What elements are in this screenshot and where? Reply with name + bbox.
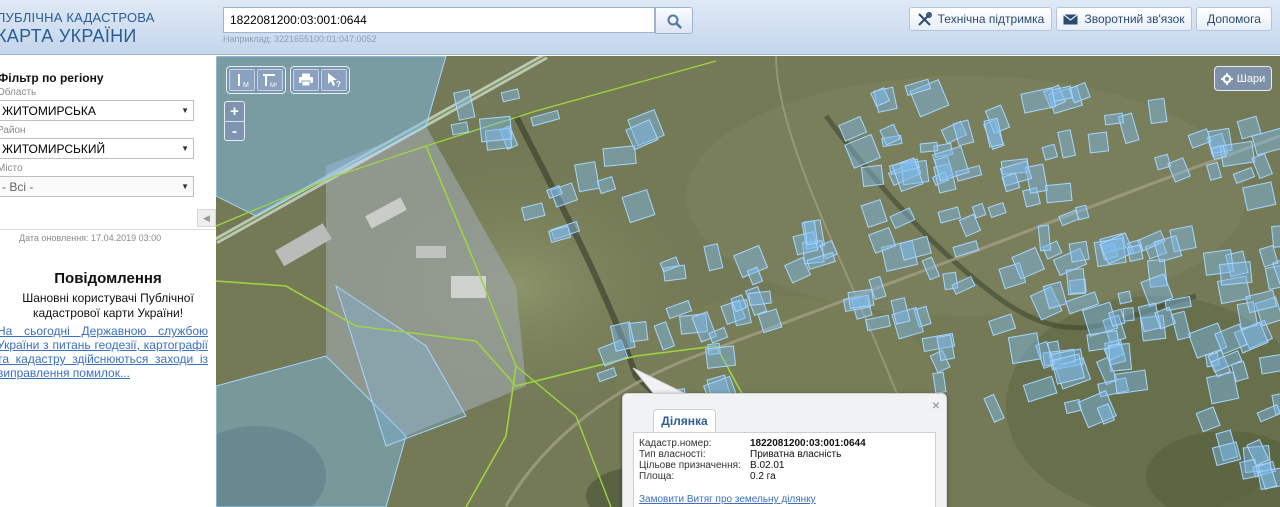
parcel[interactable] — [574, 160, 601, 193]
parcel[interactable] — [748, 290, 772, 306]
parcel[interactable] — [1037, 224, 1052, 252]
parcel[interactable] — [1210, 144, 1227, 161]
gear-icon — [1220, 72, 1233, 85]
chevron-down-icon: ▼ — [181, 144, 189, 153]
news-text: Шановні користувачі Публічної кадастрово… — [22, 291, 194, 320]
region-label: Область — [0, 87, 37, 98]
sidebar: Фільтр по регіону Область ЖИТОМИРСЬКА ▼ … — [0, 56, 216, 507]
logo-line2: КАРТА УКРАЇНИ — [0, 26, 137, 46]
parcel[interactable] — [1147, 97, 1168, 125]
parcel[interactable] — [478, 115, 513, 143]
area-icon: M² — [263, 74, 277, 88]
zoom-in-button[interactable]: + — [225, 102, 244, 121]
identify-icon: ? — [328, 73, 341, 88]
tech-support-button[interactable]: Технічна підтримка — [909, 7, 1052, 31]
identify-button[interactable]: ? — [321, 69, 347, 91]
header: ПУБЛІЧНА КАДАСТРОВА КАРТА УКРАЇНИ Наприк… — [0, 0, 1280, 55]
parcel[interactable] — [1074, 204, 1090, 221]
feedback-label: Зворотний зв'язок — [1084, 12, 1185, 26]
layers-label: Шари — [1236, 72, 1266, 85]
parcel[interactable] — [1219, 261, 1253, 286]
layers-button[interactable]: Шари — [1214, 66, 1272, 91]
measure-tools: M M² — [226, 66, 286, 94]
help-button[interactable]: Допомога — [1196, 7, 1272, 31]
chevron-down-icon: ▼ — [181, 106, 189, 115]
parcel[interactable] — [1087, 131, 1110, 154]
parcel[interactable] — [1271, 224, 1280, 248]
row-key: Кадастр.номер: — [639, 438, 712, 449]
collapse-sidebar-button[interactable]: ◀ — [197, 209, 216, 227]
district-label: Район — [0, 125, 26, 136]
news-title: Повідомлення — [54, 270, 162, 287]
logo-line1: ПУБЛІЧНА КАДАСТРОВА — [0, 10, 155, 25]
row-value: 1822081200:03:001:0644 — [750, 438, 866, 449]
parcel[interactable] — [1103, 112, 1125, 126]
tab-parcel[interactable]: Ділянка — [653, 409, 716, 432]
parcel-info-popup: × Ділянка Кадастр.номер: 1822081200:03:0… — [622, 393, 947, 507]
help-label: Допомога — [1207, 12, 1261, 26]
parcel[interactable] — [919, 141, 939, 153]
row-value: Приватна власність — [750, 449, 842, 460]
parcel-details: Кадастр.номер: 1822081200:03:001:0644 Ти… — [633, 432, 936, 507]
mail-icon — [1063, 13, 1079, 25]
region-filter-title: Фільтр по регіону — [0, 71, 104, 85]
close-icon[interactable]: × — [932, 397, 940, 413]
parcel[interactable] — [1122, 307, 1135, 322]
tools-icon — [917, 11, 932, 27]
parcel[interactable] — [1068, 240, 1090, 263]
parcel[interactable] — [1065, 268, 1087, 296]
parcel[interactable] — [1107, 342, 1133, 372]
district-select[interactable]: ЖИТОМИРСЬКИЙ ▼ — [0, 138, 194, 159]
chevron-left-icon: ◀ — [203, 212, 210, 223]
row-key: Цільове призначення: — [639, 460, 741, 471]
city-select-value: - Всі - — [2, 179, 34, 194]
parcel[interactable] — [602, 145, 637, 167]
parcel[interactable] — [1113, 369, 1149, 395]
svg-text:?: ? — [336, 80, 341, 88]
svg-text:M²: M² — [270, 83, 277, 88]
print-button[interactable] — [293, 69, 319, 91]
map-toolbar: M M² ? — [226, 66, 350, 94]
measure-distance-button[interactable]: M — [229, 69, 255, 91]
feedback-button[interactable]: Зворотний зв'язок — [1056, 7, 1192, 31]
row-key: Площа: — [639, 471, 675, 482]
region-select-value: ЖИТОМИРСЬКА — [2, 103, 96, 118]
search-button[interactable] — [655, 7, 693, 34]
update-date: Дата оновлення: 17.04.2019 03:00 — [19, 233, 162, 243]
order-extract-link[interactable]: Замовити Витяг про земельну ділянку — [639, 494, 816, 505]
row-key: Тип власності: — [639, 449, 706, 460]
sidebar-divider — [0, 229, 216, 230]
zoom-out-button[interactable]: - — [225, 121, 244, 140]
parcel[interactable] — [1044, 182, 1073, 204]
tech-support-label: Технічна підтримка — [937, 12, 1045, 26]
parcel[interactable] — [1126, 244, 1144, 262]
parcel[interactable] — [705, 345, 737, 369]
row-value: В.02.01 — [750, 460, 785, 471]
parcel[interactable] — [860, 164, 885, 188]
city-label: Місто — [0, 163, 23, 174]
print-identify-tools: ? — [290, 66, 350, 94]
site-logo[interactable]: ПУБЛІЧНА КАДАСТРОВА КАРТА УКРАЇНИ — [0, 10, 155, 47]
parcel[interactable] — [1117, 290, 1133, 305]
parcel[interactable] — [1206, 371, 1240, 405]
city-select[interactable]: - Всі - ▼ — [0, 176, 194, 197]
print-icon — [299, 73, 313, 87]
parcel[interactable] — [847, 288, 875, 310]
region-select[interactable]: ЖИТОМИРСЬКА ▼ — [0, 100, 194, 121]
chevron-down-icon: ▼ — [181, 182, 189, 191]
news-link[interactable]: На сьогодні Державною службою України з … — [0, 324, 208, 380]
measure-area-button[interactable]: M² — [257, 69, 283, 91]
zoom-control: + - — [224, 101, 245, 141]
cadastral-search-input[interactable] — [223, 7, 655, 33]
svg-text:M: M — [243, 82, 249, 88]
parcel[interactable] — [1007, 332, 1042, 365]
ruler-icon: M — [238, 74, 249, 88]
row-value: 0.2 га — [750, 471, 776, 482]
district-select-value: ЖИТОМИРСЬКИЙ — [2, 141, 106, 156]
search-hint: Наприклад: 3221655100:01:047:0052 — [223, 34, 377, 44]
map-view[interactable]: M M² ? + - Шари × Ділянка Кадастр.номер:… — [216, 56, 1280, 507]
search-icon — [667, 14, 682, 29]
